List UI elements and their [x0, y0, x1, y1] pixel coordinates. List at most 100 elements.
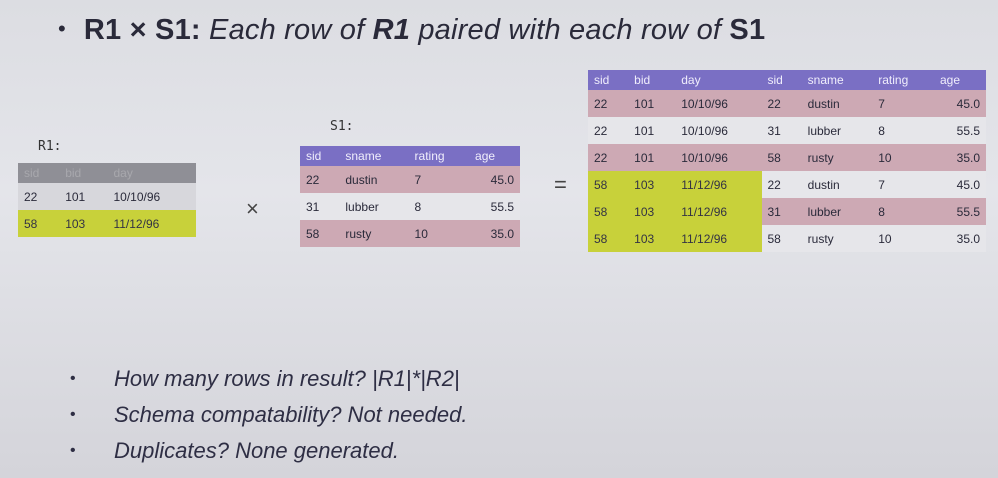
cell: 35.0 — [933, 144, 986, 171]
cell: 45.0 — [933, 171, 986, 198]
cell: rusty — [801, 144, 873, 171]
r1-col-sid: sid — [18, 163, 60, 183]
bullet-text: Schema compatability? Not needed. — [114, 402, 468, 427]
cell: 7 — [408, 166, 470, 193]
cell: 31 — [300, 193, 340, 220]
cell: 11/12/96 — [675, 225, 762, 252]
cell: 101 — [59, 183, 108, 210]
cell: 45.0 — [933, 90, 986, 117]
r1-table: sid bid day 22 101 10/10/96 58 103 11/12… — [18, 163, 196, 237]
cell: 11/12/96 — [107, 210, 196, 237]
cell: lubber — [801, 117, 873, 144]
result-col-rating: rating — [872, 70, 934, 90]
s1-col-rating: rating — [408, 146, 470, 166]
bullet-text: Duplicates? None generated. — [114, 438, 399, 463]
cell: 58 — [300, 220, 340, 247]
cell: 22 — [300, 166, 340, 193]
cell: 11/12/96 — [675, 171, 762, 198]
result-col-day: day — [675, 70, 762, 90]
r1-col-day: day — [107, 163, 196, 183]
cell: 10/10/96 — [107, 183, 196, 210]
cell: 45.0 — [469, 166, 520, 193]
cell: 58 — [588, 171, 629, 198]
title-bullet: • — [58, 16, 66, 41]
cell: 8 — [408, 193, 470, 220]
s1-header-row: sid sname rating age — [300, 146, 520, 166]
cell: 10/10/96 — [675, 144, 762, 171]
cell: 10/10/96 — [675, 117, 762, 144]
cell: 10 — [872, 144, 934, 171]
table-row: 22 101 10/10/96 58 rusty 10 35.0 — [588, 144, 986, 171]
cell: 103 — [628, 198, 676, 225]
cell: 101 — [628, 117, 676, 144]
result-col-sname: sname — [801, 70, 873, 90]
cell: 22 — [761, 90, 802, 117]
cell: 103 — [628, 171, 676, 198]
cell: 58 — [588, 225, 629, 252]
cell: 103 — [628, 225, 676, 252]
cell: dustin — [801, 90, 873, 117]
cell: 31 — [761, 117, 802, 144]
result-col-sid-2: sid — [761, 70, 802, 90]
equals-operator: = — [554, 172, 567, 197]
table-row: 22 101 10/10/96 — [18, 183, 196, 210]
title-expression: R1 × S1: — [83, 14, 201, 46]
r1-label: R1: — [38, 139, 62, 154]
title-r1: R1 — [372, 14, 411, 46]
s1-col-sid: sid — [300, 146, 340, 166]
cell: lubber — [339, 193, 409, 220]
cell: 58 — [761, 144, 802, 171]
title-text-1: Each row of — [200, 14, 373, 46]
cell: rusty — [801, 225, 873, 252]
cell: 10/10/96 — [675, 90, 762, 117]
cell: dustin — [339, 166, 409, 193]
r1-header-row: sid bid day — [18, 163, 196, 183]
bullet-list: • How many rows in result? |R1|*|R2| • Sch… — [70, 366, 467, 474]
cell: 58 — [588, 198, 629, 225]
result-col-sid: sid — [588, 70, 629, 90]
s1-table: sid sname rating age 22 dustin 7 45.0 31… — [300, 146, 520, 247]
cell: 8 — [872, 117, 934, 144]
bullet-text: How many rows in result? |R1|*|R2| — [114, 366, 460, 391]
cell: 103 — [59, 210, 108, 237]
title-text-2: paired with each row of — [410, 14, 730, 46]
slide-title: • R1 × S1: Each row of R1 paired with eac… — [58, 14, 765, 47]
table-row: 58 103 11/12/96 31 lubber 8 55.5 — [588, 198, 986, 225]
table-row: 58 103 11/12/96 58 rusty 10 35.0 — [588, 225, 986, 252]
cell: 58 — [18, 210, 60, 237]
cell: 22 — [588, 117, 629, 144]
cell: 101 — [628, 90, 676, 117]
cell: 55.5 — [933, 117, 986, 144]
s1-label: S1: — [330, 119, 354, 134]
cell: dustin — [801, 171, 873, 198]
table-row: 31 lubber 8 55.5 — [300, 193, 520, 220]
result-col-bid: bid — [628, 70, 676, 90]
table-row: 58 103 11/12/96 — [18, 210, 196, 237]
cell: 22 — [588, 144, 629, 171]
cell: 7 — [872, 90, 934, 117]
list-item: • Duplicates? None generated. — [70, 438, 399, 463]
cell: 10 — [872, 225, 934, 252]
result-table: sid bid day sid sname rating age 22 101 … — [588, 70, 986, 252]
table-row: 58 rusty 10 35.0 — [300, 220, 520, 247]
s1-col-age: age — [469, 146, 520, 166]
cell: 8 — [872, 198, 934, 225]
cell: 11/12/96 — [675, 198, 762, 225]
title-s1: S1 — [729, 14, 766, 46]
cell: rusty — [339, 220, 409, 247]
cell: 7 — [872, 171, 934, 198]
cross-product-operator: × — [246, 196, 259, 221]
s1-col-sname: sname — [339, 146, 409, 166]
cell: 101 — [628, 144, 676, 171]
cell: 55.5 — [469, 193, 520, 220]
cell: 55.5 — [933, 198, 986, 225]
cell: 35.0 — [469, 220, 520, 247]
result-col-age: age — [933, 70, 986, 90]
table-row: 22 101 10/10/96 22 dustin 7 45.0 — [588, 90, 986, 117]
cell: 22 — [761, 171, 802, 198]
cell: 35.0 — [933, 225, 986, 252]
table-row: 22 dustin 7 45.0 — [300, 166, 520, 193]
r1-col-bid: bid — [59, 163, 108, 183]
cell: 22 — [588, 90, 629, 117]
list-item: • Schema compatability? Not needed. — [70, 402, 468, 427]
